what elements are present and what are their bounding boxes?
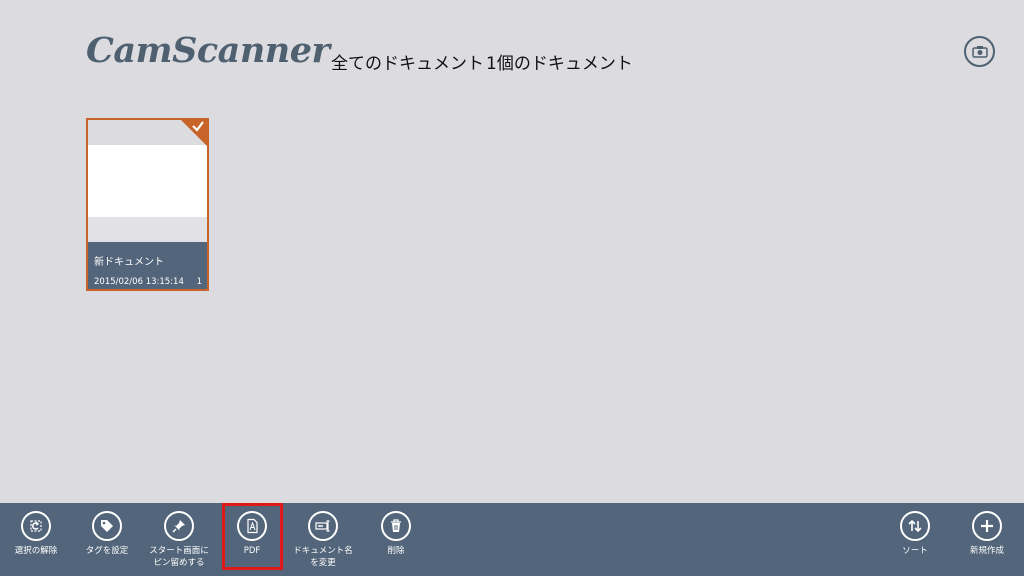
camera-icon (971, 46, 988, 58)
set-tag-label: タグを設定 (85, 546, 129, 556)
checkmark-icon (192, 121, 204, 132)
all-documents-title[interactable]: 全てのドキュメント (331, 49, 484, 74)
pdf-button[interactable]: PDF (220, 511, 284, 557)
pin-to-start-button[interactable]: スタート画面に ピン留めする (147, 511, 211, 569)
document-tile[interactable]: 新ドキュメント 2015/02/06 13:15:14 1 (86, 118, 209, 291)
pin-to-start-label: スタート画面に ピン留めする (149, 546, 209, 568)
new-document-label: 新規作成 (969, 546, 1004, 556)
camera-button[interactable] (964, 36, 995, 67)
pin-icon (164, 511, 194, 541)
document-datetime: 2015/02/06 13:15:14 (94, 277, 184, 287)
rename-document-button[interactable]: ドキュメント名 を変更 (291, 511, 355, 569)
document-count: 1個のドキュメント (486, 54, 633, 74)
app-logo: CamScanner (86, 30, 330, 71)
deselect-label: 選択の解除 (14, 546, 58, 556)
document-page-count: 1 (196, 277, 202, 287)
sort-label: ソート (902, 546, 928, 556)
sort-button[interactable]: ソート (883, 511, 947, 557)
document-thumbnail (88, 145, 207, 217)
rename-icon (308, 511, 338, 541)
delete-label: 削除 (387, 546, 405, 556)
rename-document-label: ドキュメント名 を変更 (293, 546, 353, 568)
new-document-button[interactable]: 新規作成 (955, 511, 1019, 557)
deselect-button[interactable]: 選択の解除 (4, 511, 68, 557)
delete-button[interactable]: 削除 (364, 511, 428, 557)
document-name: 新ドキュメント (94, 257, 164, 268)
app-bar: 選択の解除 タグを設定 スタート画面に ピン留めする PDF ドキュメント名 を… (0, 503, 1024, 576)
set-tag-button[interactable]: タグを設定 (75, 511, 139, 557)
tag-icon (92, 511, 122, 541)
pdf-icon (237, 511, 267, 541)
plus-icon (972, 511, 1002, 541)
pdf-label: PDF (243, 546, 261, 556)
deselect-icon (21, 511, 51, 541)
sort-icon (900, 511, 930, 541)
trash-icon (381, 511, 411, 541)
document-info: 新ドキュメント 2015/02/06 13:15:14 1 (88, 242, 207, 289)
